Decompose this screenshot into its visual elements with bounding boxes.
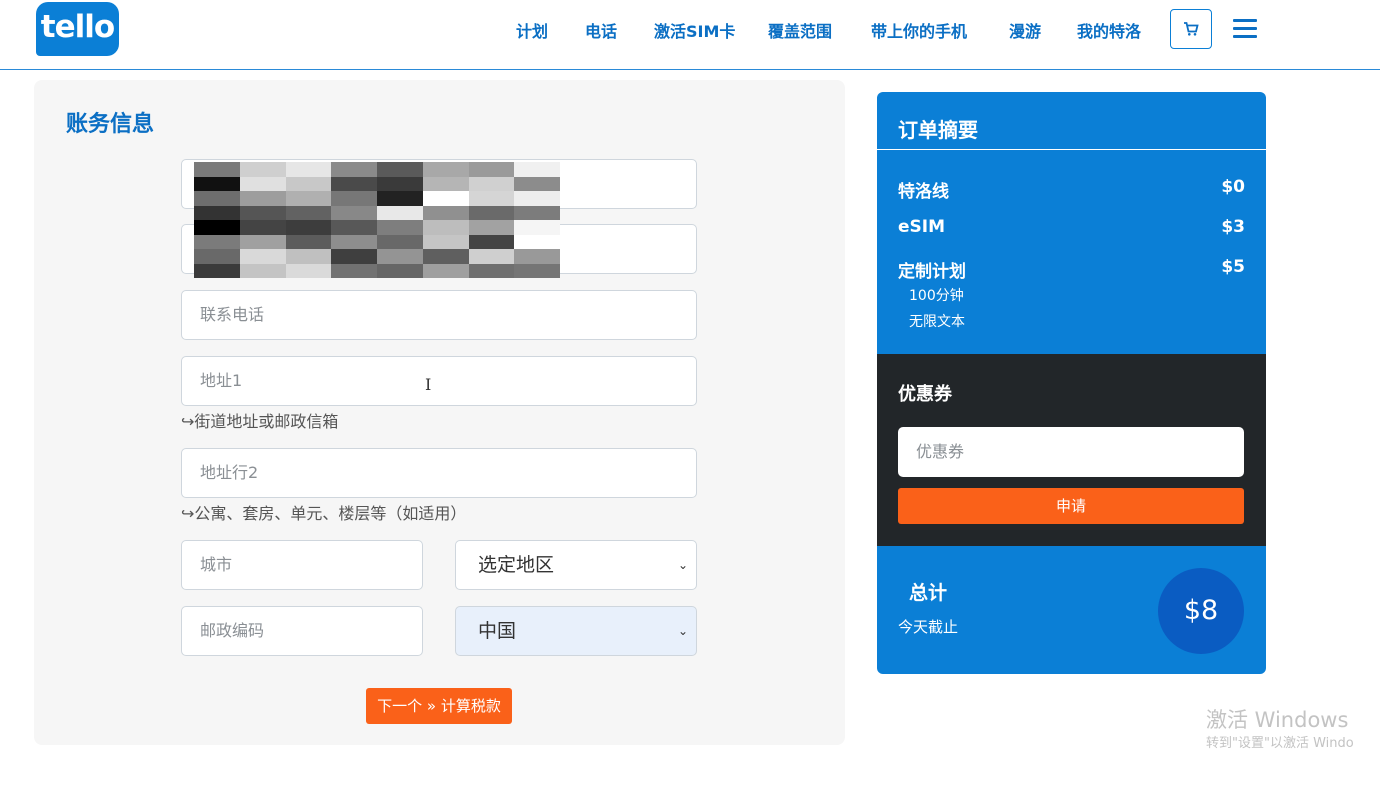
next-calculate-tax-button[interactable]: 下一个 » 计算税款 [366,688,512,724]
total-label: 总计 [909,582,948,604]
country-select-value: 中国 [478,620,517,642]
nav-plans[interactable]: 计划 [516,18,548,42]
activate-windows-hint: 转到"设置"以激活 Windo [1206,736,1354,751]
coupon-title: 优惠券 [898,384,952,405]
address2-hint: ↪公寓、套房、单元、楼层等（如适用） [181,504,467,523]
order-summary: 订单摘要 特洛线 $0 eSIM $3 定制计划 $5 100分钟 无限文本 优… [877,92,1266,674]
address1-field[interactable]: 地址1 [181,356,697,406]
coupon-section: 优惠券 优惠券 申请 [877,354,1266,546]
summary-line-price: $5 [1221,257,1245,277]
summary-line: 特洛线 $0 [898,177,1245,202]
apply-coupon-button[interactable]: 申请 [898,488,1244,524]
city-field[interactable]: 城市 [181,540,423,590]
total-due-today: 今天截止 [898,618,959,636]
nav-coverage[interactable]: 覆盖范围 [768,18,832,42]
summary-line-label: eSIM [898,217,946,237]
total-amount-badge: $8 [1158,568,1244,654]
summary-line-price: $0 [1221,177,1245,197]
billing-title: 账务信息 [66,112,155,137]
chevron-down-icon: ⌄ [677,558,688,572]
activate-windows-watermark: 激活 Windows [1206,708,1349,732]
nav-my-tello[interactable]: 我的特洛 [1077,18,1141,42]
address1-hint: ↪街道地址或邮政信箱 [181,412,339,431]
zip-field[interactable]: 邮政编码 [181,606,423,656]
summary-header: 订单摘要 [877,92,1266,150]
summary-title: 订单摘要 [898,118,978,142]
country-select[interactable]: 中国 ⌄ [455,606,697,656]
tello-logo[interactable]: tello [36,2,119,56]
nav-roaming[interactable]: 漫游 [1009,18,1041,42]
nav-bring-your-phone[interactable]: 带上你的手机 [871,18,967,42]
cart-button[interactable] [1170,9,1212,49]
nav-phones[interactable]: 电话 [585,18,617,42]
summary-line-label: 定制计划 [898,262,966,282]
plan-detail-texts: 无限文本 [909,314,965,330]
summary-line-label: 特洛线 [898,182,949,202]
summary-line: 定制计划 $5 [898,257,1245,282]
plan-detail-minutes: 100分钟 [909,288,964,304]
hamburger-menu-icon[interactable] [1230,17,1260,39]
nav-activate-sim[interactable]: 激活SIM卡 [654,18,735,42]
site-header: tello 计划 电话 激活SIM卡 覆盖范围 带上你的手机 漫游 我的特洛 [0,0,1380,70]
region-select-value: 选定地区 [478,554,555,576]
coupon-input[interactable]: 优惠券 [898,427,1244,477]
phone-field[interactable]: 联系电话 [181,290,697,340]
cart-icon [1184,22,1199,36]
summary-line: eSIM $3 [898,217,1245,237]
address2-field[interactable]: 地址行2 [181,448,697,498]
text-cursor-icon: I [425,375,432,394]
redacted-pixel-block [194,162,560,278]
summary-line-price: $3 [1221,217,1245,237]
region-select[interactable]: 选定地区 ⌄ [455,540,697,590]
chevron-down-icon: ⌄ [677,624,688,638]
